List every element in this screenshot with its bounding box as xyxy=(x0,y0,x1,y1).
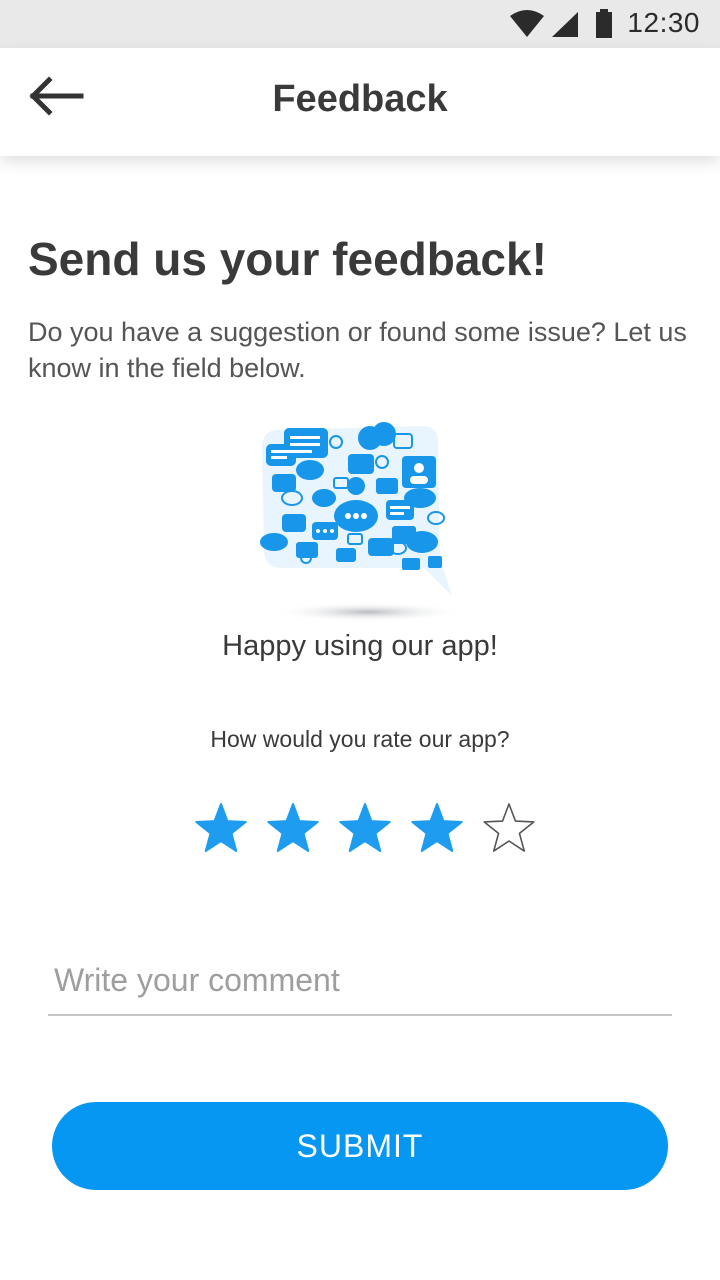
star-4-icon[interactable] xyxy=(408,800,466,858)
star-5-icon[interactable] xyxy=(480,800,538,858)
submit-button[interactable]: SUBMIT xyxy=(52,1102,668,1190)
star-rating[interactable] xyxy=(192,800,538,858)
status-bar: 12:30 xyxy=(0,0,720,48)
star-1-icon[interactable] xyxy=(192,800,250,858)
comment-input[interactable] xyxy=(48,946,672,1016)
wifi-icon xyxy=(510,10,544,37)
status-time: 12:30 xyxy=(627,7,700,38)
app-bar: Feedback xyxy=(0,48,720,156)
battery-icon xyxy=(596,9,612,38)
star-2-icon[interactable] xyxy=(264,800,322,858)
rating-question: How would you rate our app? xyxy=(210,726,510,752)
feedback-description: Do you have a suggestion or found some i… xyxy=(28,317,687,383)
chat-bubbles-illustration xyxy=(260,422,464,622)
status-icons xyxy=(510,9,612,38)
signal-icon xyxy=(552,12,578,37)
mood-text: Happy using our app! xyxy=(222,630,498,662)
star-3-icon[interactable] xyxy=(336,800,394,858)
feedback-heading: Send us your feedback! xyxy=(28,233,547,285)
page-title: Feedback xyxy=(272,78,448,120)
